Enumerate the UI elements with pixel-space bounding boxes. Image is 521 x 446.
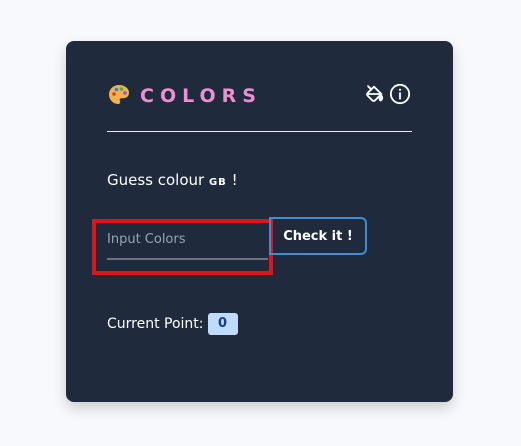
prompt-color-code: GB xyxy=(208,177,227,188)
palette-icon xyxy=(107,83,131,107)
input-wrapper xyxy=(107,220,268,260)
header-divider xyxy=(107,131,412,132)
prompt-suffix: ! xyxy=(226,171,238,189)
color-input[interactable] xyxy=(107,220,268,260)
current-point-label: Current Point: xyxy=(107,316,204,332)
prompt-label: Guess colour xyxy=(107,171,209,189)
prompt-text: Guess colour GB ! xyxy=(107,170,238,193)
paint-bucket-icon[interactable] xyxy=(363,83,385,105)
info-icon[interactable] xyxy=(389,83,411,105)
app-title: COLORS xyxy=(140,85,262,107)
current-point-badge: 0 xyxy=(207,313,238,335)
game-card: COLORS Guess colour GB ! Check it ! Curr… xyxy=(66,41,453,402)
current-point-row: Current Point: 0 xyxy=(107,313,238,335)
check-button[interactable]: Check it ! xyxy=(269,217,367,255)
card-header: COLORS xyxy=(107,83,412,111)
